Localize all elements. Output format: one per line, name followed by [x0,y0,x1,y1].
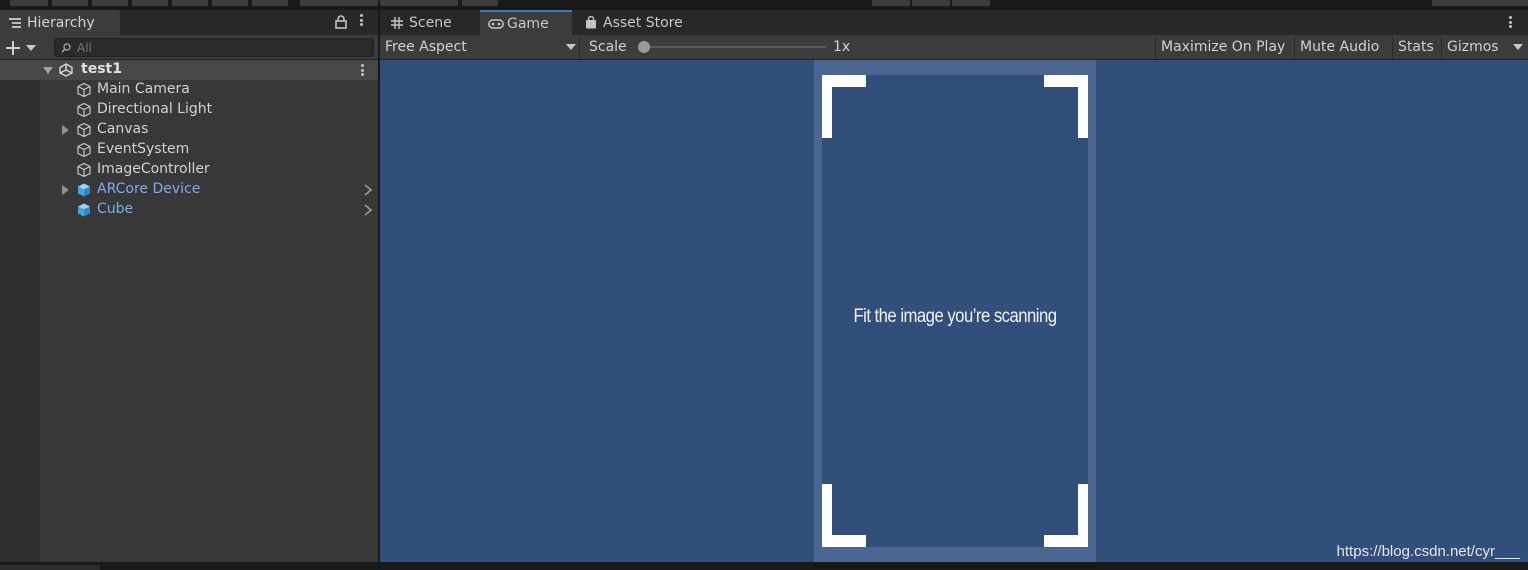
game-panel: Scene Game Asset Store Free Aspect Scale… [380,10,1528,562]
hierarchy-item-directional-light[interactable]: Directional Light [0,100,378,120]
panel-menu-icon[interactable] [1509,16,1512,28]
watermark: https://blog.csdn.net/cyr___ [1336,543,1520,560]
stats-toggle[interactable]: Stats [1392,35,1439,59]
grid-icon [391,16,403,29]
lock-icon[interactable] [335,15,347,29]
hierarchy-item-cube[interactable]: Cube [0,200,378,220]
game-toolbar: Free Aspect Scale 1x Maximize On Play Mu… [380,35,1528,60]
toolbar-button[interactable] [52,0,88,6]
scale-value: 1x [833,39,851,55]
top-toolbar-strip [0,0,1528,10]
hierarchy-item-label: Cube [97,201,134,217]
prefab-cube-icon [78,203,90,217]
gameobject-cube-icon [77,102,91,118]
hierarchy-toolbar [0,35,378,60]
toolbar-button[interactable] [10,0,48,6]
hierarchy-item-label: EventSystem [97,141,190,157]
gameobject-cube-icon [77,82,91,98]
corner-bracket [1078,75,1088,138]
toolbar-button[interactable] [172,0,208,6]
toolbar-button[interactable] [912,0,950,6]
hierarchy-panel: Hierarchy te [0,10,378,562]
game-tab-bar: Scene Game Asset Store [380,10,1528,35]
search-input[interactable] [77,40,357,55]
tab-label: Hierarchy [27,14,95,31]
gizmos-toggle[interactable]: Gizmos [1441,35,1504,59]
create-dropdown-button[interactable] [6,38,42,57]
panel-menu-icon[interactable] [355,14,367,30]
hierarchy-item-canvas[interactable]: Canvas [0,120,378,140]
gameobject-cube-icon [77,162,91,178]
toolbar-button[interactable] [380,0,458,6]
hierarchy-item-main-camera[interactable]: Main Camera [0,80,378,100]
toolbar-button[interactable] [300,0,378,6]
search-field[interactable] [54,38,374,57]
scene-menu-icon[interactable] [361,64,364,76]
hierarchy-item-label: ImageController [97,161,210,177]
search-icon [61,42,71,53]
scan-prompt-text: Fit the image you’re scanning [853,306,1057,327]
plus-icon [6,40,20,55]
phone-frame: Fit the image you’re scanning [814,60,1096,562]
gameobject-cube-icon [77,122,91,138]
expand-arrow-icon[interactable] [62,125,69,135]
chevron-down-icon [566,44,576,50]
scale-slider-handle[interactable] [638,41,650,53]
corner-bracket [822,75,832,138]
tab-asset-store[interactable]: Asset Store [580,10,700,35]
hierarchy-item-label: ARCore Device [97,181,201,197]
hierarchy-item-imagecontroller[interactable]: ImageController [0,160,378,180]
scene-header-row[interactable]: test1 [0,60,378,80]
hierarchy-item-label: Canvas [97,121,149,137]
expand-arrow-icon[interactable] [43,67,53,74]
toolbar-button[interactable] [872,0,910,6]
bottom-panel-strip [0,562,1528,570]
prefab-cube-icon [78,183,90,197]
shopping-bag-icon [586,16,596,29]
mute-audio-toggle[interactable]: Mute Audio [1294,35,1384,59]
hierarchy-tab-bar: Hierarchy [0,10,378,35]
scale-slider-track[interactable] [644,46,826,48]
toolbar-button[interactable] [462,0,498,6]
gameobject-cube-icon [77,142,91,158]
toolbar-button[interactable] [952,0,990,6]
chevron-down-icon[interactable] [1513,44,1523,50]
list-icon [9,17,21,28]
aspect-value: Free Aspect [385,39,467,55]
hierarchy-tree: test1 Main Camera Directional Light Canv… [0,60,378,562]
hierarchy-item-arcore-device[interactable]: ARCore Device [0,180,378,200]
tab-hierarchy[interactable]: Hierarchy [0,10,120,35]
hierarchy-item-eventsystem[interactable]: EventSystem [0,140,378,160]
gamepad-icon [488,18,504,29]
toolbar-button[interactable] [1432,0,1528,6]
toolbar-button[interactable] [132,0,168,6]
bottom-tab[interactable] [0,565,100,570]
corner-bracket [822,484,832,547]
tab-label: Asset Store [603,14,683,31]
toolbar-button[interactable] [252,0,288,6]
aspect-dropdown[interactable]: Free Aspect [380,35,580,59]
hierarchy-item-label: Directional Light [97,101,213,117]
hierarchy-item-label: Main Camera [97,81,190,97]
tab-game[interactable]: Game [480,10,572,35]
toolbar-button[interactable] [212,0,248,6]
maximize-on-play-toggle[interactable]: Maximize On Play [1155,35,1290,59]
tab-label: Scene [409,14,452,31]
scene-name: test1 [81,61,122,77]
tab-label: Game [507,15,549,32]
chevron-right-icon[interactable] [363,184,373,196]
tab-scene[interactable]: Scene [380,10,478,35]
toolbar-button[interactable] [92,0,128,6]
expand-arrow-icon[interactable] [62,185,69,195]
chevron-right-icon[interactable] [363,204,373,216]
scale-label: Scale [589,39,627,55]
chevron-down-icon [26,44,36,51]
unity-logo-icon [59,63,73,77]
corner-bracket [1078,484,1088,547]
game-viewport[interactable]: Fit the image you’re scanning https://bl… [380,60,1528,562]
